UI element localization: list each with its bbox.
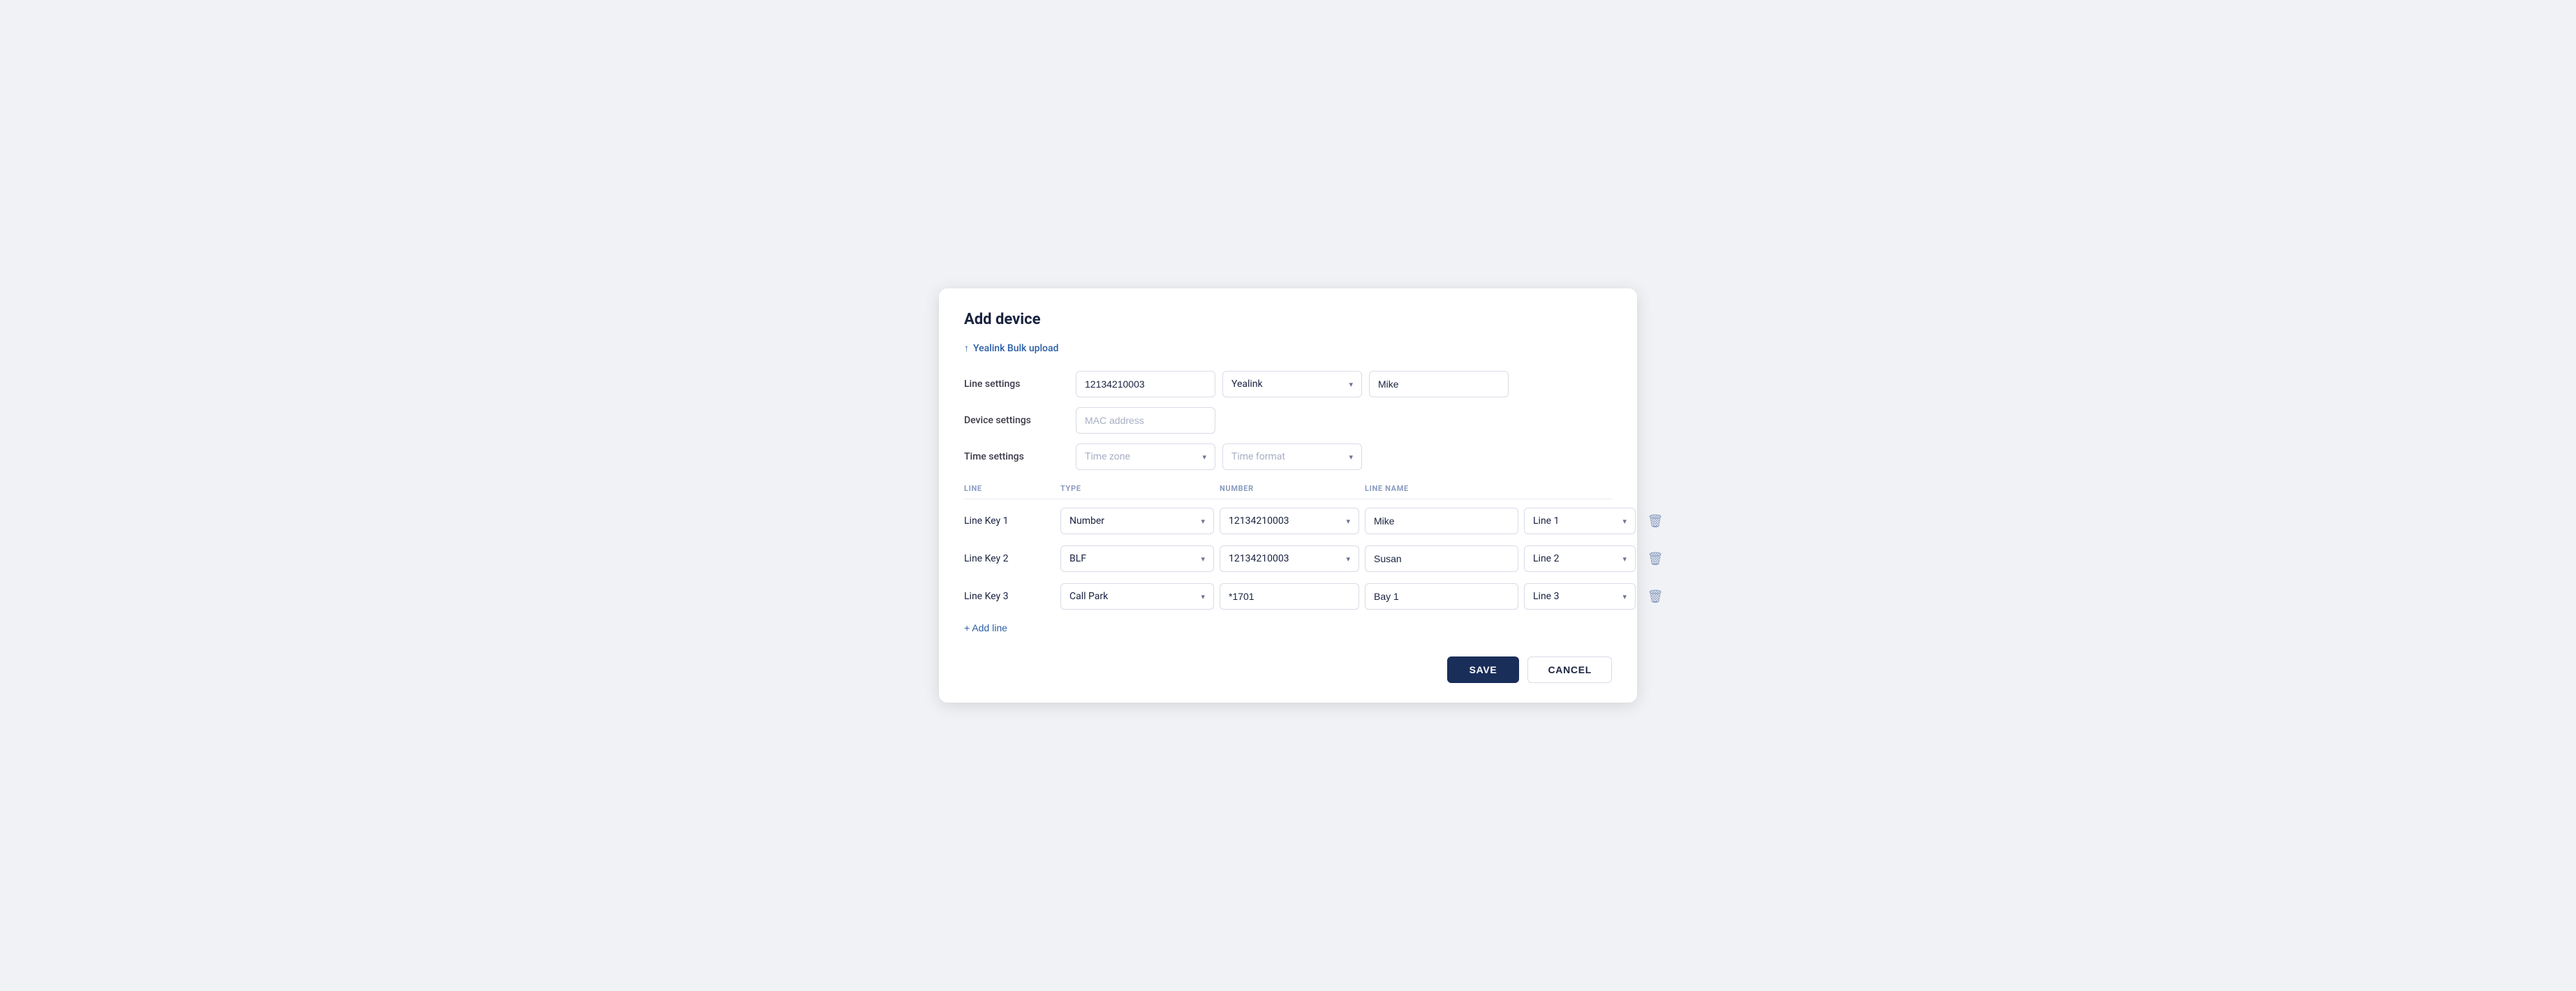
col-actions xyxy=(1641,484,1669,493)
row3-number-input[interactable] xyxy=(1220,583,1359,610)
name-input[interactable] xyxy=(1369,371,1509,397)
col-number: NUMBER xyxy=(1220,484,1359,493)
cancel-button[interactable]: CANCEL xyxy=(1527,656,1612,683)
col-type: TYPE xyxy=(1060,484,1214,493)
row2-type-chevron-icon: ▾ xyxy=(1201,555,1205,564)
row1-linename-input[interactable] xyxy=(1365,508,1518,534)
row1-type-value: Number xyxy=(1069,515,1104,527)
timezone-chevron-icon: ▾ xyxy=(1202,453,1206,462)
time-settings-label: Time settings xyxy=(964,451,1076,462)
device-settings-label: Device settings xyxy=(964,415,1076,426)
brand-value: Yealink xyxy=(1231,379,1263,390)
timeformat-select[interactable]: Time format ▾ xyxy=(1222,443,1362,470)
row3-line-value: Line 3 xyxy=(1533,591,1559,602)
timezone-placeholder: Time zone xyxy=(1085,451,1130,462)
row1-line-chevron-icon: ▾ xyxy=(1622,517,1627,526)
row1-number-select[interactable]: 12134210003 ▾ xyxy=(1220,508,1359,534)
table-row: Line Key 3 Call Park ▾ Line 3 ▾ 🗑 xyxy=(964,578,1612,615)
brand-chevron-icon: ▾ xyxy=(1349,380,1353,389)
row2-type-select[interactable]: BLF ▾ xyxy=(1060,545,1214,572)
row3-delete-button[interactable]: 🗑 xyxy=(1641,587,1669,607)
bulk-upload-link[interactable]: ↑ Yealink Bulk upload xyxy=(964,342,1058,354)
row2-line-label: Line Key 2 xyxy=(964,553,1055,564)
row1-number-value: 12134210003 xyxy=(1229,515,1289,527)
row2-line-chevron-icon: ▾ xyxy=(1622,555,1627,564)
time-settings-row: Time settings Time zone ▾ Time format ▾ xyxy=(964,443,1612,470)
line-settings-fields: Yealink ▾ xyxy=(1076,371,1612,397)
timezone-select[interactable]: Time zone ▾ xyxy=(1076,443,1215,470)
row1-number-chevron-icon: ▾ xyxy=(1346,517,1350,526)
row2-line-select[interactable]: Line 2 ▾ xyxy=(1524,545,1636,572)
device-settings-row: Device settings xyxy=(964,407,1612,434)
line-settings-row: Line settings Yealink ▾ xyxy=(964,371,1612,397)
dialog-title: Add device xyxy=(964,311,1612,328)
phone-number-input[interactable] xyxy=(1076,371,1215,397)
row1-type-select[interactable]: Number ▾ xyxy=(1060,508,1214,534)
device-settings-fields xyxy=(1076,407,1612,434)
col-line: LINE xyxy=(964,484,1055,493)
row1-line-select[interactable]: Line 1 ▾ xyxy=(1524,508,1636,534)
table-row: Line Key 1 Number ▾ 12134210003 ▾ Line 1… xyxy=(964,502,1612,540)
bulk-upload-label: Yealink Bulk upload xyxy=(973,343,1058,354)
col-line-name: LINE NAME xyxy=(1365,484,1518,493)
row3-type-value: Call Park xyxy=(1069,591,1108,602)
row2-delete-button[interactable]: 🗑 xyxy=(1641,549,1669,569)
row2-number-select[interactable]: 12134210003 ▾ xyxy=(1220,545,1359,572)
row2-trash-icon: 🗑 xyxy=(1648,552,1664,566)
row3-type-chevron-icon: ▾ xyxy=(1201,592,1205,601)
add-line-button[interactable]: + Add line xyxy=(964,615,1007,633)
settings-section: Line settings Yealink ▾ Device settings … xyxy=(964,371,1612,470)
row1-delete-button[interactable]: 🗑 xyxy=(1641,511,1669,531)
table-header: LINE TYPE NUMBER LINE NAME xyxy=(964,480,1612,499)
row1-line-label: Line Key 1 xyxy=(964,515,1055,527)
dialog-footer: SAVE CANCEL xyxy=(964,651,1612,683)
save-button[interactable]: SAVE xyxy=(1447,656,1520,683)
add-device-dialog: Add device ↑ Yealink Bulk upload Line se… xyxy=(939,288,1637,703)
row3-linename-input[interactable] xyxy=(1365,583,1518,610)
row2-type-value: BLF xyxy=(1069,553,1086,564)
row2-linename-input[interactable] xyxy=(1365,545,1518,572)
row3-line-select[interactable]: Line 3 ▾ xyxy=(1524,583,1636,610)
row2-number-value: 12134210003 xyxy=(1229,553,1289,564)
line-settings-label: Line settings xyxy=(964,379,1076,390)
table-row: Line Key 2 BLF ▾ 12134210003 ▾ Line 2 ▾ … xyxy=(964,540,1612,578)
row3-line-label: Line Key 3 xyxy=(964,591,1055,602)
time-settings-fields: Time zone ▾ Time format ▾ xyxy=(1076,443,1612,470)
row1-type-chevron-icon: ▾ xyxy=(1201,517,1205,526)
upload-icon: ↑ xyxy=(964,342,969,354)
line-keys-table: LINE TYPE NUMBER LINE NAME Line Key 1 Nu… xyxy=(964,480,1612,634)
row2-line-value: Line 2 xyxy=(1533,553,1559,564)
row3-type-select[interactable]: Call Park ▾ xyxy=(1060,583,1214,610)
row3-trash-icon: 🗑 xyxy=(1648,589,1664,604)
row1-trash-icon: 🗑 xyxy=(1648,514,1664,529)
mac-address-input[interactable] xyxy=(1076,407,1215,434)
brand-select[interactable]: Yealink ▾ xyxy=(1222,371,1362,397)
timeformat-placeholder: Time format xyxy=(1231,451,1285,462)
row1-line-value: Line 1 xyxy=(1533,515,1559,527)
row3-line-chevron-icon: ▾ xyxy=(1622,592,1627,601)
row2-number-chevron-icon: ▾ xyxy=(1346,555,1350,564)
col-line-label xyxy=(1524,484,1636,493)
timeformat-chevron-icon: ▾ xyxy=(1349,453,1353,462)
